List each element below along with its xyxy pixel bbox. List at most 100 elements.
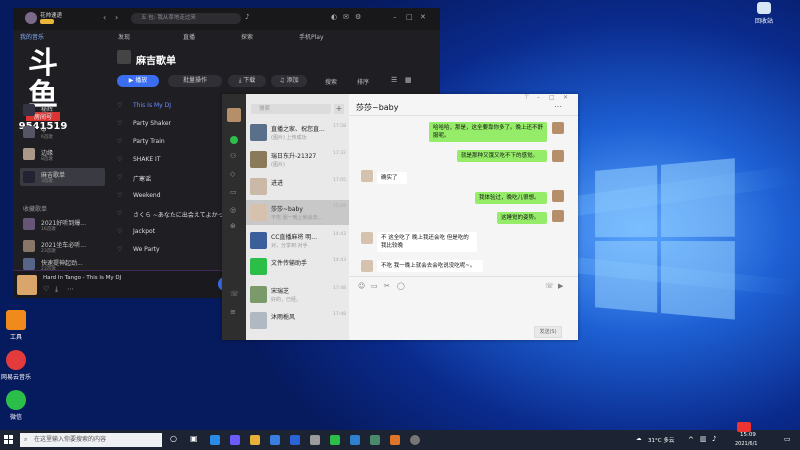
chevron-up-icon[interactable]: ^ [688, 436, 694, 444]
weather-text[interactable]: 31°C 多云 [648, 436, 674, 444]
desktop-icon-tools[interactable]: 工具 [0, 310, 36, 341]
app-icon[interactable] [410, 435, 420, 445]
self-avatar[interactable] [227, 108, 241, 122]
forward-icon[interactable]: › [115, 13, 118, 22]
taskbar-search-input[interactable]: ⌕ 在这里输入你要搜索的内容 [20, 433, 162, 447]
close-icon[interactable]: ✕ [420, 13, 426, 21]
more-options-icon[interactable]: ⋯ [554, 102, 562, 111]
add-chat-button[interactable]: + [334, 104, 344, 114]
close-icon[interactable]: ✕ [563, 94, 568, 101]
tab-live[interactable]: 直播 [183, 32, 195, 42]
maximize-icon[interactable]: □ [406, 13, 413, 21]
clock-date[interactable]: 2021/6/1 [735, 441, 757, 447]
menu-icon[interactable]: ≡ [230, 308, 236, 316]
more-icon[interactable]: ⋯ [67, 285, 74, 293]
send-button[interactable]: 发送(S) [534, 326, 562, 338]
chat-history-icon[interactable]: ◯ [397, 282, 405, 290]
back-icon[interactable]: ‹ [103, 13, 106, 22]
heart-icon[interactable]: ♡ [117, 210, 122, 217]
minimize-icon[interactable]: – [393, 13, 397, 21]
user-avatar[interactable] [25, 12, 37, 24]
song-row[interactable]: ♡ Jackpot [117, 228, 237, 242]
clock-time[interactable]: 15:09 [740, 432, 756, 438]
app-icon[interactable] [230, 435, 240, 445]
desktop-recycle-bin[interactable]: 回收站 [744, 2, 784, 25]
weather-icon[interactable]: ☁ [636, 436, 642, 442]
store-icon[interactable] [270, 435, 280, 445]
app-icon[interactable] [350, 435, 360, 445]
desktop-icon-wechat[interactable]: 微信 [0, 390, 36, 421]
heart-icon[interactable]: ♡ [117, 156, 122, 163]
app-icon[interactable] [310, 435, 320, 445]
folder-icon[interactable]: ▭ [230, 188, 237, 196]
conversation-item[interactable]: 进进 17:05 [246, 174, 349, 199]
chat-search-input[interactable]: 搜索 [251, 104, 331, 114]
start-button[interactable] [4, 435, 14, 445]
message-input[interactable] [355, 294, 571, 322]
edge-icon[interactable] [210, 435, 220, 445]
conversation-item[interactable]: 文件传输助手 14:43 [246, 254, 349, 279]
heart-icon[interactable]: ♡ [117, 102, 122, 109]
minimize-icon[interactable]: – [537, 94, 540, 101]
video-call-icon[interactable]: ▶ [558, 282, 563, 290]
song-row[interactable]: ♡ 广寒谣 [117, 174, 237, 188]
ime-icon[interactable] [737, 422, 751, 432]
scissors-icon[interactable]: ✂ [384, 282, 390, 290]
batch-button[interactable]: 批量操作 [168, 75, 222, 87]
nav-my-music[interactable]: 我的音乐 [20, 32, 44, 42]
song-row[interactable]: ♡ We Party [117, 246, 237, 260]
phone-icon[interactable]: ☏ [230, 290, 239, 298]
tab-mobile-play[interactable]: 手机Play [299, 32, 324, 42]
wechat-taskbar-icon[interactable] [330, 435, 340, 445]
heart-icon[interactable]: ♡ [117, 120, 122, 127]
like-icon[interactable]: ♡ [43, 285, 49, 293]
song-row[interactable]: ♡ SHAKE IT [117, 156, 237, 170]
download-button[interactable]: ⤓ 下载 [228, 75, 266, 87]
favorites-icon[interactable]: ◇ [230, 170, 235, 178]
song-row[interactable]: ♡ Party Shaker [117, 120, 237, 134]
file-icon[interactable]: ▭ [371, 282, 378, 290]
app-icon[interactable] [370, 435, 380, 445]
maximize-icon[interactable]: □ [549, 94, 555, 101]
pin-icon[interactable]: ⊤ [524, 94, 529, 101]
mic-icon[interactable]: ♪ [245, 13, 249, 21]
emoji-icon[interactable]: ☺ [358, 282, 365, 290]
search-button[interactable]: 搜索 [325, 77, 337, 86]
conversation-item-active[interactable]: 莎莎~baby 不吃 我一晚上就会去... 15:09 [246, 200, 349, 225]
network-icon[interactable]: ▥ [700, 435, 707, 443]
message-icon[interactable]: ✉ [343, 13, 349, 21]
heart-icon[interactable]: ♡ [117, 192, 122, 199]
music-search-input[interactable]: 五 包: 我从草地走过来 [131, 13, 241, 24]
conversation-item[interactable]: CC直播麻将 明... 对，分享到:对手 14:43 [246, 228, 349, 253]
tab-discover[interactable]: 发现 [118, 32, 130, 42]
moments-icon[interactable]: ◎ [230, 206, 236, 214]
album-art[interactable] [17, 275, 37, 295]
playlist-name[interactable]: qr [41, 126, 47, 133]
song-row[interactable]: ♡ Weekend [117, 192, 237, 206]
conversation-item[interactable]: 沐雨栀风 17:48 [246, 308, 349, 333]
explorer-icon[interactable] [250, 435, 260, 445]
play-all-button[interactable]: ▶ 播放 [117, 75, 159, 87]
notification-icon[interactable]: ▭ [784, 435, 791, 443]
skin-icon[interactable]: ◐ [331, 13, 337, 21]
heart-icon[interactable]: ♡ [117, 138, 122, 145]
cortana-icon[interactable]: ○ [170, 434, 177, 443]
task-view-icon[interactable]: ▣ [190, 434, 198, 443]
volume-icon[interactable]: ♪ [712, 435, 716, 443]
heart-icon[interactable]: ♡ [117, 174, 122, 181]
sort-button[interactable]: 排序 [357, 77, 369, 86]
heart-icon[interactable]: ♡ [117, 246, 122, 253]
conversation-item[interactable]: 瑞日东升-21327 (图片) 17:32 [246, 147, 349, 172]
download-icon[interactable]: ⤓ [55, 285, 58, 294]
voice-call-icon[interactable]: ☏ [545, 282, 554, 290]
app-icon[interactable] [390, 435, 400, 445]
song-row[interactable]: ♡ さくら ~あなたに出会えてよかった~ [117, 210, 237, 224]
desktop-icon-netease[interactable]: 网易云音乐 [0, 350, 36, 381]
gear-icon[interactable]: ⚙ [355, 13, 361, 21]
song-row[interactable]: ♡ Party Train [117, 138, 237, 152]
song-row[interactable]: ♡ This Is My DJ [117, 102, 237, 116]
browser-icon[interactable] [290, 435, 300, 445]
conversation-item[interactable]: 宋瑞芝 好的，已经。 17:48 [246, 282, 349, 307]
mini-program-icon[interactable]: ⊛ [230, 222, 236, 230]
list-view-icon[interactable]: ☰ [391, 76, 397, 84]
